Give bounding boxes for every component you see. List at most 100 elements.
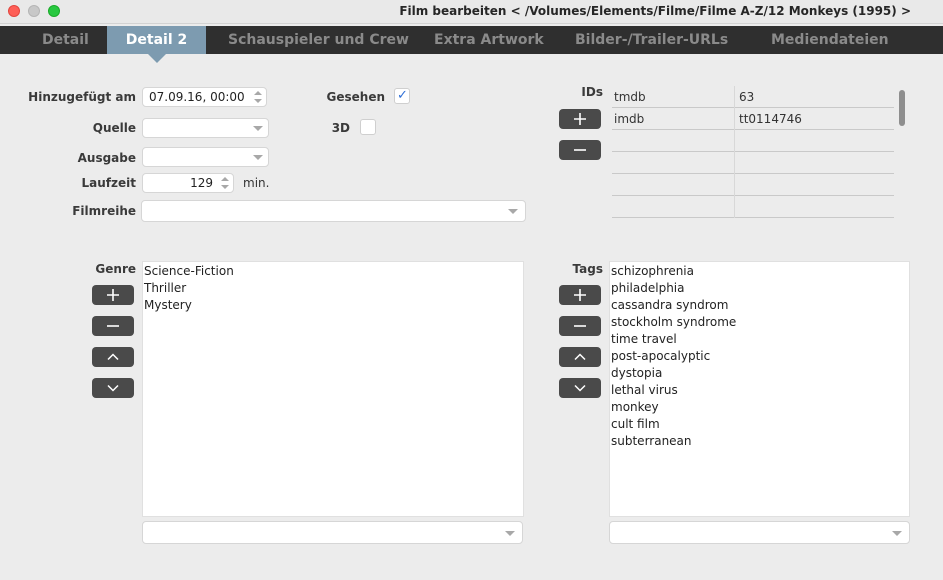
id-value-cell[interactable] xyxy=(737,152,739,174)
id-value-cell[interactable]: 63 xyxy=(737,86,754,108)
chevron-down-icon xyxy=(107,384,119,392)
checkmark-icon: ✓ xyxy=(397,88,408,103)
genre-label: Genre xyxy=(95,262,136,276)
move-tag-up-button[interactable] xyxy=(559,347,601,367)
table-row[interactable] xyxy=(612,130,894,152)
minus-icon xyxy=(107,325,119,327)
runtime-field[interactable]: 129 xyxy=(142,173,234,193)
move-genre-down-button[interactable] xyxy=(92,378,134,398)
chevron-down-icon xyxy=(505,531,515,536)
tab-image-trailer-urls[interactable]: Bilder-/Trailer-URLs xyxy=(575,26,728,54)
chevron-up-icon xyxy=(574,353,586,361)
id-provider-cell[interactable] xyxy=(612,196,614,218)
genre-input-dropdown[interactable] xyxy=(142,521,523,544)
plus-icon xyxy=(107,289,119,301)
tab-detail-2[interactable]: Detail 2 xyxy=(107,26,206,54)
ids-table[interactable]: tmdb 63 imdb tt0114746 xyxy=(612,86,894,226)
list-item[interactable]: cult film xyxy=(610,416,909,433)
list-item[interactable]: lethal virus xyxy=(610,382,909,399)
source-dropdown[interactable] xyxy=(142,118,269,138)
plus-icon xyxy=(574,289,586,301)
edition-dropdown[interactable] xyxy=(142,147,269,167)
series-label: Filmreihe xyxy=(72,204,136,218)
id-provider-cell[interactable]: tmdb xyxy=(612,86,646,108)
3d-checkbox[interactable] xyxy=(360,119,376,135)
chevron-down-icon xyxy=(253,155,263,160)
list-item[interactable]: subterranean xyxy=(610,433,909,450)
added-date-value: 07.09.16, 00:00 xyxy=(149,90,245,104)
table-row[interactable] xyxy=(612,152,894,174)
edition-label: Ausgabe xyxy=(77,151,136,165)
id-provider-cell[interactable] xyxy=(612,152,614,174)
list-item[interactable]: cassandra syndrom xyxy=(610,297,909,314)
window-title: Film bearbeiten < /Volumes/Elements/Film… xyxy=(399,4,911,18)
runtime-value: 129 xyxy=(190,176,213,190)
ids-label: IDs xyxy=(581,85,603,99)
list-item[interactable]: post-apocalyptic xyxy=(610,348,909,365)
tab-detail[interactable]: Detail xyxy=(42,26,89,54)
added-date-label: Hinzugefügt am xyxy=(28,90,136,104)
zoom-window-button[interactable] xyxy=(48,5,60,17)
source-label: Quelle xyxy=(92,121,136,135)
runtime-label: Laufzeit xyxy=(81,176,136,190)
table-row[interactable] xyxy=(612,196,894,218)
title-bar: Film bearbeiten < /Volumes/Elements/Film… xyxy=(0,0,943,24)
remove-tag-button[interactable] xyxy=(559,316,601,336)
tags-list[interactable]: schizophrenia philadelphia cassandra syn… xyxy=(609,261,910,517)
close-window-button[interactable] xyxy=(8,5,20,17)
remove-id-button[interactable] xyxy=(559,140,601,160)
add-genre-button[interactable] xyxy=(92,285,134,305)
add-id-button[interactable] xyxy=(559,109,601,129)
plus-icon xyxy=(574,113,586,125)
tab-extra-artwork[interactable]: Extra Artwork xyxy=(434,26,544,54)
scrollbar-thumb[interactable] xyxy=(899,90,905,126)
genre-list[interactable]: Science-Fiction Thriller Mystery xyxy=(142,261,524,517)
list-item[interactable]: dystopia xyxy=(610,365,909,382)
ids-scrollbar[interactable] xyxy=(897,88,907,224)
id-provider-cell[interactable] xyxy=(612,130,614,152)
list-item[interactable]: Mystery xyxy=(143,297,523,314)
list-item[interactable]: monkey xyxy=(610,399,909,416)
active-tab-indicator xyxy=(148,54,166,63)
id-value-cell[interactable] xyxy=(737,196,739,218)
list-item[interactable]: stockholm syndrome xyxy=(610,314,909,331)
id-provider-cell[interactable]: imdb xyxy=(612,108,644,130)
add-tag-button[interactable] xyxy=(559,285,601,305)
move-genre-up-button[interactable] xyxy=(92,347,134,367)
chevron-down-icon xyxy=(253,126,263,131)
tags-label: Tags xyxy=(572,262,603,276)
remove-genre-button[interactable] xyxy=(92,316,134,336)
3d-label: 3D xyxy=(331,121,350,135)
list-item[interactable]: Thriller xyxy=(143,280,523,297)
list-item[interactable]: Science-Fiction xyxy=(143,263,523,280)
watched-checkbox[interactable]: ✓ xyxy=(394,88,410,104)
table-row[interactable]: imdb tt0114746 xyxy=(612,108,894,130)
list-item[interactable]: time travel xyxy=(610,331,909,348)
table-row[interactable]: tmdb 63 xyxy=(612,86,894,108)
id-provider-cell[interactable] xyxy=(612,174,614,196)
tab-media-files[interactable]: Mediendateien xyxy=(771,26,889,54)
minus-icon xyxy=(574,149,586,151)
watched-label: Gesehen xyxy=(326,90,386,104)
minimize-window-button[interactable] xyxy=(28,5,40,17)
tab-bar: Detail Detail 2 Schauspieler und Crew Ex… xyxy=(0,26,943,54)
list-item[interactable]: schizophrenia xyxy=(610,263,909,280)
chevron-up-icon xyxy=(107,353,119,361)
added-date-field[interactable]: 07.09.16, 00:00 xyxy=(142,87,267,107)
runtime-stepper[interactable] xyxy=(220,176,230,190)
minus-icon xyxy=(574,325,586,327)
tag-input-dropdown[interactable] xyxy=(609,521,910,544)
list-item[interactable]: philadelphia xyxy=(610,280,909,297)
runtime-unit: min. xyxy=(243,176,270,190)
chevron-down-icon xyxy=(508,209,518,214)
move-tag-down-button[interactable] xyxy=(559,378,601,398)
id-value-cell[interactable] xyxy=(737,130,739,152)
tab-cast-crew[interactable]: Schauspieler und Crew xyxy=(228,26,409,54)
series-dropdown[interactable] xyxy=(141,200,526,222)
id-value-cell[interactable]: tt0114746 xyxy=(737,108,802,130)
id-value-cell[interactable] xyxy=(737,174,739,196)
table-row[interactable] xyxy=(612,174,894,196)
added-date-stepper[interactable] xyxy=(253,90,263,104)
chevron-down-icon xyxy=(574,384,586,392)
chevron-down-icon xyxy=(892,531,902,536)
